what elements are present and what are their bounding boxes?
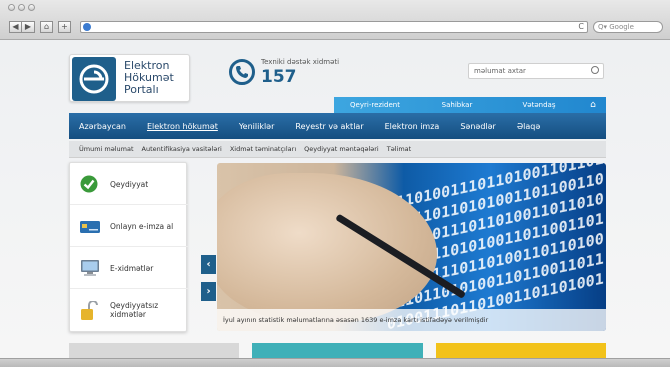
quick-link-no-registration[interactable]: Qeydiyyatsız xidmətlər	[70, 289, 188, 331]
subnav-instructions[interactable]: Təlimat	[387, 145, 411, 153]
slider-caption[interactable]: İyul ayının statistik məlumatlarına əsas…	[217, 309, 606, 331]
site-search-placeholder: məlumat axtar	[474, 67, 526, 75]
nav-documents[interactable]: Sənədlər	[460, 122, 496, 131]
home-button[interactable]: ⌂	[40, 21, 53, 33]
globe-icon	[83, 23, 91, 31]
subnav-registration-points[interactable]: Qeydiyyat məntəqələri	[304, 145, 379, 153]
sub-navigation: Ümumi məlumat Autentifikasiya vasitələri…	[69, 141, 606, 158]
audience-tabs: Qeyri-rezident Sahibkar Vətəndaş ⌂	[334, 97, 606, 113]
nav-registry[interactable]: Reyestr və aktlar	[295, 122, 363, 131]
nav-e-government[interactable]: Elektron hökumət	[147, 122, 218, 131]
quick-link-registration[interactable]: Qeydiyyat	[70, 163, 188, 205]
nav-azerbaijan[interactable]: Azərbaycan	[79, 122, 126, 131]
search-icon: Q▾	[598, 23, 610, 31]
tab-non-resident[interactable]: Qeyri-rezident	[334, 97, 416, 113]
reload-button[interactable]: C	[578, 22, 584, 32]
bottom-tile-yellow[interactable]	[436, 343, 606, 358]
portal-logo-icon	[72, 57, 116, 101]
forward-button[interactable]: ▶	[22, 21, 35, 33]
quick-link-online-signature[interactable]: Onlayn e-imza al	[70, 205, 188, 247]
minimize-window-button[interactable]	[18, 4, 25, 11]
quick-links-panel: Qeydiyyat Onlayn e-imza al E-xidmətlər Q…	[69, 162, 188, 332]
support-label: Texniki dəstək xidməti	[261, 58, 340, 66]
add-bookmark-button[interactable]: +	[58, 21, 71, 33]
subnav-providers[interactable]: Xidmət təminatçıları	[230, 145, 296, 153]
back-button[interactable]: ◀	[9, 21, 22, 33]
maximize-window-button[interactable]	[28, 4, 35, 11]
nav-e-signature[interactable]: Elektron imza	[385, 122, 440, 131]
browser-status-bar	[0, 358, 670, 367]
quick-link-label: Qeydiyyatsız xidmətlər	[110, 301, 159, 319]
tab-citizen[interactable]: Vətəndaş	[498, 97, 580, 113]
window-controls	[8, 4, 35, 11]
card-icon	[80, 217, 100, 235]
check-icon	[80, 175, 98, 193]
slider-prev-button[interactable]: ‹	[201, 255, 216, 274]
close-window-button[interactable]	[8, 4, 15, 11]
subnav-general-info[interactable]: Ümumi məlumat	[79, 145, 134, 153]
phone-icon	[229, 59, 255, 85]
logo-text: Elektron Hökumət Portalı	[124, 60, 174, 96]
browser-nav: ◀ ▶ ⌂ +	[9, 21, 71, 33]
subnav-authentication[interactable]: Autentifikasiya vasitələri	[142, 145, 222, 153]
quick-link-label: Qeydiyyat	[110, 179, 149, 189]
home-icon[interactable]: ⌂	[580, 97, 606, 113]
nav-contact[interactable]: Əlaqə	[517, 122, 540, 131]
bottom-tile-teal[interactable]	[252, 343, 423, 358]
unlock-icon	[80, 300, 98, 320]
browser-search-input[interactable]: Q▾ Google	[593, 21, 663, 33]
address-bar[interactable]: C	[80, 21, 588, 33]
site-logo[interactable]: Elektron Hökumət Portalı	[69, 54, 190, 102]
browser-search-placeholder: Google	[609, 23, 634, 31]
browser-toolbar: ◀ ▶ ⌂ + C Q▾ Google	[0, 0, 670, 40]
bottom-tile-gray[interactable]	[69, 343, 239, 358]
quick-link-label: E-xidmətlər	[110, 263, 154, 273]
logo-line-3: Portalı	[124, 83, 159, 96]
quick-link-label: Onlayn e-imza al	[110, 221, 174, 231]
tab-entrepreneur[interactable]: Sahibkar	[416, 97, 498, 113]
quick-link-e-services[interactable]: E-xidmətlər	[70, 247, 188, 289]
support-number[interactable]: 157	[261, 67, 297, 87]
portal-page: Elektron Hökumət Portalı Texniki dəstək …	[0, 40, 670, 358]
computer-icon	[80, 259, 99, 277]
main-navigation: Azərbaycan Elektron hökumət Yeniliklər R…	[69, 113, 606, 139]
hero-slider[interactable]: 0110100111011010011011010011101101010011…	[217, 163, 606, 331]
search-icon[interactable]	[591, 66, 599, 74]
site-search-input[interactable]: məlumat axtar	[468, 63, 604, 79]
nav-news[interactable]: Yeniliklər	[239, 122, 275, 131]
slider-next-button[interactable]: ›	[201, 282, 216, 301]
